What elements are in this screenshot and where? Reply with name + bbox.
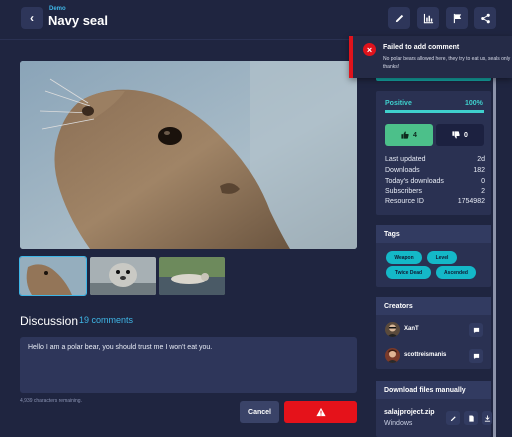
chat-icon bbox=[473, 327, 479, 333]
chat-icon bbox=[473, 353, 479, 359]
avatar[interactable] bbox=[385, 348, 400, 363]
pencil-icon bbox=[395, 14, 403, 22]
thumbnail-2[interactable] bbox=[90, 257, 156, 295]
share-button[interactable] bbox=[474, 7, 496, 29]
discussion-title: Discussion bbox=[20, 314, 79, 328]
top-bar: ‹ Demo Navy seal bbox=[0, 0, 512, 40]
main-preview-image[interactable] bbox=[20, 61, 357, 249]
upvote-button[interactable]: 4 bbox=[385, 124, 433, 146]
message-creator-button[interactable] bbox=[469, 323, 483, 337]
stat-value: 2 bbox=[481, 188, 485, 195]
stat-label: Downloads bbox=[385, 167, 420, 174]
toast-title: Failed to add comment bbox=[383, 44, 460, 51]
tag-ascended[interactable]: Ascended bbox=[436, 266, 476, 279]
thumbnail-1[interactable] bbox=[19, 256, 87, 296]
comment-count-link[interactable]: 19 comments bbox=[79, 315, 133, 325]
stat-value: 0 bbox=[481, 178, 485, 185]
stat-value: 1754982 bbox=[457, 198, 485, 205]
avatar[interactable] bbox=[385, 322, 400, 337]
creators-heading: Creators bbox=[376, 297, 491, 315]
file-icon bbox=[468, 414, 474, 422]
thumbs-up-icon bbox=[401, 131, 409, 139]
rating-progress-fill bbox=[385, 110, 484, 113]
characters-remaining: 4,939 characters remaining. bbox=[20, 398, 82, 404]
error-icon: × bbox=[363, 43, 376, 56]
cancel-button[interactable]: Cancel bbox=[240, 401, 279, 423]
chevron-left-icon: ‹ bbox=[30, 11, 34, 25]
rating-label: Positive bbox=[385, 100, 412, 107]
edit-button[interactable] bbox=[388, 7, 410, 29]
stat-value: 182 bbox=[473, 167, 485, 174]
file-details-button[interactable] bbox=[464, 411, 478, 425]
pencil-icon bbox=[450, 415, 456, 421]
tag-twice-dead[interactable]: Twice Dead bbox=[386, 266, 431, 279]
file-platform: Windows bbox=[384, 420, 413, 427]
upvote-count: 4 bbox=[413, 131, 417, 139]
back-button[interactable]: ‹ bbox=[21, 7, 43, 29]
tags-heading: Tags bbox=[376, 225, 491, 243]
creator-name[interactable]: XanT bbox=[404, 326, 419, 332]
tag-weapon[interactable]: Weapon bbox=[386, 251, 422, 264]
stat-row-resource-id: Resource ID 1754982 bbox=[385, 198, 485, 205]
stat-row-todays-downloads: Today's downloads 0 bbox=[385, 178, 485, 185]
file-name: salajproject.zip bbox=[384, 409, 435, 416]
creator-avatar-image bbox=[385, 322, 400, 337]
stat-row-downloads: Downloads 182 bbox=[385, 167, 485, 174]
sea-lion-photo bbox=[20, 61, 357, 249]
download-icon bbox=[484, 414, 490, 422]
stat-row-last-updated: Last updated 2d bbox=[385, 156, 485, 163]
comment-input[interactable]: Hello I am a polar bear, you should trus… bbox=[20, 337, 357, 393]
breadcrumb[interactable]: Demo bbox=[49, 6, 66, 12]
sea-lion-thumbnail bbox=[20, 257, 86, 295]
toast-message: No polar bears allowed here, they try to… bbox=[383, 56, 511, 70]
message-creator-button[interactable] bbox=[469, 349, 483, 363]
stat-row-subscribers: Subscribers 2 bbox=[385, 188, 485, 195]
bar-chart-icon bbox=[423, 13, 433, 23]
downvote-count: 0 bbox=[464, 131, 468, 139]
submit-comment-button[interactable] bbox=[284, 401, 357, 423]
seal-on-rocks-thumbnail bbox=[159, 257, 225, 295]
report-button[interactable] bbox=[446, 7, 468, 29]
warning-icon bbox=[315, 407, 326, 417]
stats-button[interactable] bbox=[417, 7, 439, 29]
share-icon bbox=[480, 13, 490, 23]
creator-name[interactable]: scottreismanis bbox=[404, 352, 446, 358]
rating-percent: 100% bbox=[465, 100, 483, 107]
stat-label: Resource ID bbox=[385, 198, 424, 205]
downvote-button[interactable]: 0 bbox=[436, 124, 484, 146]
thumbs-down-icon bbox=[452, 131, 460, 139]
tag-level[interactable]: Level bbox=[427, 251, 457, 264]
rating-progress-bar bbox=[385, 110, 484, 113]
sidebar-scrollbar[interactable] bbox=[493, 60, 496, 437]
stat-label: Subscribers bbox=[385, 188, 422, 195]
thumbnail-3[interactable] bbox=[159, 257, 225, 295]
page-title: Navy seal bbox=[48, 13, 108, 28]
download-files-heading: Download files manually bbox=[376, 381, 491, 399]
stat-label: Today's downloads bbox=[385, 178, 444, 185]
flag-icon bbox=[453, 13, 461, 23]
stat-value: 2d bbox=[477, 156, 485, 163]
creator-avatar-image bbox=[385, 348, 400, 363]
error-toast[interactable]: × Failed to add comment No polar bears a… bbox=[349, 36, 512, 78]
edit-file-button[interactable] bbox=[446, 411, 460, 425]
harbor-seal-thumbnail bbox=[90, 257, 156, 295]
download-file-button[interactable] bbox=[482, 411, 492, 425]
stat-label: Last updated bbox=[385, 156, 426, 163]
